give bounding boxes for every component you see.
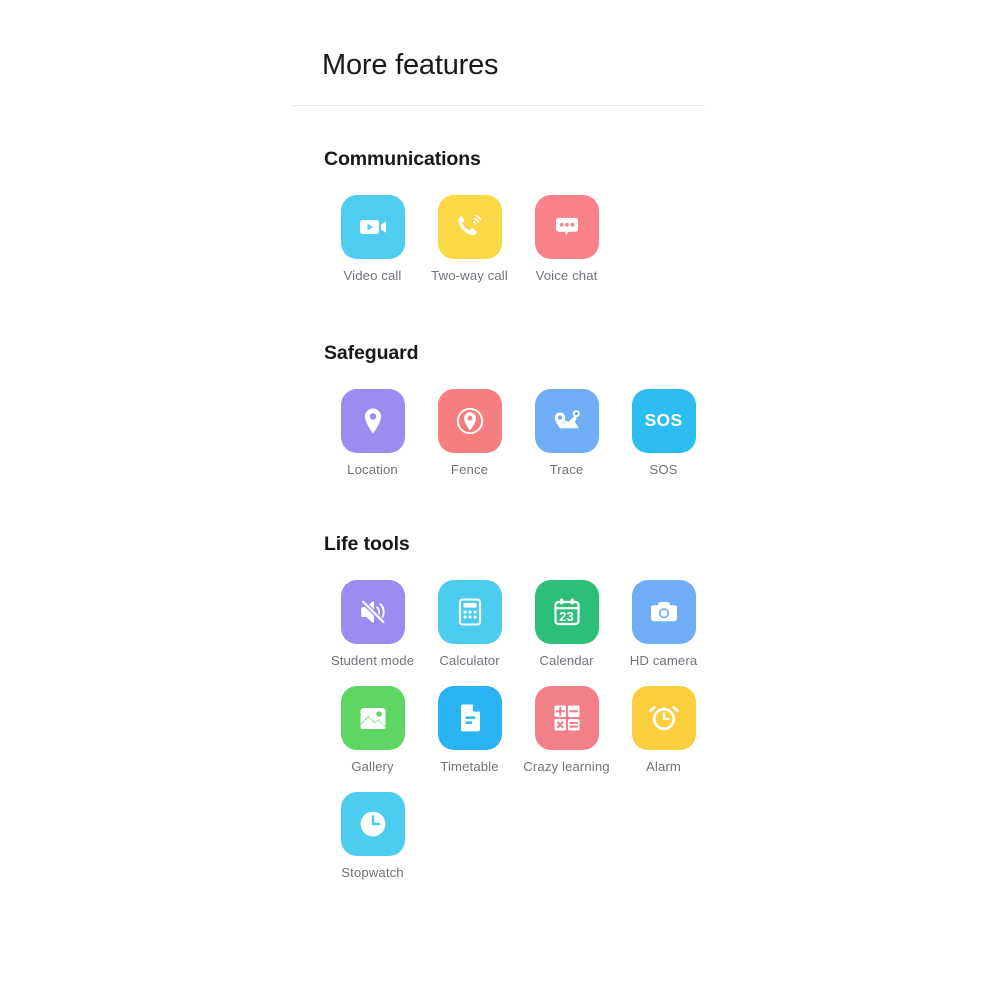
document-icon bbox=[453, 701, 487, 735]
feature-trace[interactable]: Trace bbox=[518, 388, 615, 478]
calendar-day-number: 23 bbox=[559, 609, 574, 625]
phone-ringing-icon bbox=[452, 209, 488, 245]
calendar-tile[interactable]: 23 bbox=[534, 580, 599, 645]
feature-calculator[interactable]: Calculator bbox=[421, 580, 518, 669]
stopwatch-icon bbox=[355, 806, 391, 842]
math-operators-icon bbox=[550, 701, 584, 735]
feature-crazy-learning[interactable]: Crazy learning bbox=[518, 686, 615, 775]
section-communications: Communications Video call Two-way call V… bbox=[292, 148, 708, 284]
sos-tile[interactable]: SOS bbox=[631, 388, 696, 453]
title-divider bbox=[292, 104, 705, 106]
geofence-icon bbox=[452, 403, 488, 439]
section-life-tools: Life tools Student mode Calculator 23 Ca… bbox=[292, 533, 708, 881]
alarm-tile[interactable] bbox=[631, 686, 696, 751]
feature-label: HD camera bbox=[629, 653, 698, 669]
feature-label: Fence bbox=[450, 461, 489, 477]
feature-label: Crazy learning bbox=[523, 759, 610, 775]
section-title-communications: Communications bbox=[324, 147, 481, 170]
feature-label: Student mode bbox=[330, 653, 415, 669]
feature-video-call[interactable]: Video call bbox=[324, 194, 421, 284]
chat-bubble-icon bbox=[549, 209, 585, 245]
grid-life-tools: Student mode Calculator 23 Calendar HD c… bbox=[324, 580, 708, 881]
feature-label: Alarm bbox=[646, 759, 681, 775]
feature-label: Voice chat bbox=[535, 267, 598, 283]
grid-communications: Video call Two-way call Voice chat bbox=[324, 194, 708, 284]
speaker-mute-icon bbox=[356, 595, 390, 629]
gallery-tile[interactable] bbox=[340, 686, 405, 751]
feature-calendar[interactable]: 23 Calendar bbox=[518, 580, 615, 669]
feature-two-way-call[interactable]: Two-way call bbox=[421, 194, 518, 284]
feature-label: Calculator bbox=[439, 653, 500, 669]
section-title-safeguard: Safeguard bbox=[324, 341, 419, 364]
calculator-tile[interactable] bbox=[437, 580, 502, 645]
camera-icon bbox=[646, 594, 682, 630]
feature-voice-chat[interactable]: Voice chat bbox=[518, 194, 615, 284]
feature-sos[interactable]: SOS SOS bbox=[615, 388, 712, 478]
student-mode-tile[interactable] bbox=[340, 580, 405, 645]
video-call-tile[interactable] bbox=[340, 194, 405, 259]
voice-chat-tile[interactable] bbox=[534, 194, 599, 259]
feature-label: Two-way call bbox=[431, 267, 508, 283]
sos-icon: SOS bbox=[644, 410, 683, 431]
feature-label: Location bbox=[347, 461, 398, 477]
feature-label: Timetable bbox=[440, 759, 499, 775]
feature-label: Calendar bbox=[539, 653, 594, 669]
video-camera-icon bbox=[355, 209, 391, 245]
feature-gallery[interactable]: Gallery bbox=[324, 686, 421, 775]
section-safeguard: Safeguard Location Fence Trace SOS SOS bbox=[292, 342, 708, 478]
map-pin-icon bbox=[356, 404, 390, 438]
feature-alarm[interactable]: Alarm bbox=[615, 686, 712, 775]
stopwatch-tile[interactable] bbox=[340, 792, 405, 857]
location-tile[interactable] bbox=[340, 388, 405, 453]
feature-timetable[interactable]: Timetable bbox=[421, 686, 518, 775]
page-title: More features bbox=[322, 49, 499, 81]
grid-safeguard: Location Fence Trace SOS SOS bbox=[324, 388, 708, 478]
alarm-clock-icon bbox=[646, 700, 682, 736]
feature-location[interactable]: Location bbox=[324, 388, 421, 478]
crazy-learning-tile[interactable] bbox=[534, 686, 599, 751]
feature-hd-camera[interactable]: HD camera bbox=[615, 580, 712, 669]
feature-label: Gallery bbox=[351, 759, 394, 775]
feature-label: Stopwatch bbox=[341, 865, 404, 881]
hd-camera-tile[interactable] bbox=[631, 580, 696, 645]
photo-image-icon bbox=[355, 700, 391, 736]
calendar-icon: 23 bbox=[549, 594, 585, 630]
feature-label: Trace bbox=[549, 461, 584, 477]
feature-fence[interactable]: Fence bbox=[421, 388, 518, 478]
two-way-call-tile[interactable] bbox=[437, 194, 502, 259]
more-features-page: More features Communications Video call … bbox=[0, 0, 1000, 1000]
calculator-icon bbox=[454, 596, 486, 628]
feature-stopwatch[interactable]: Stopwatch bbox=[324, 792, 421, 881]
feature-student-mode[interactable]: Student mode bbox=[324, 580, 421, 669]
trace-tile[interactable] bbox=[534, 388, 599, 453]
feature-label: Video call bbox=[343, 267, 402, 283]
route-trace-icon bbox=[549, 403, 585, 439]
fence-tile[interactable] bbox=[437, 388, 502, 453]
page-content: More features Communications Video call … bbox=[292, 0, 708, 881]
timetable-tile[interactable] bbox=[437, 686, 502, 751]
feature-label: SOS bbox=[649, 461, 678, 477]
section-title-life-tools: Life tools bbox=[324, 533, 410, 556]
